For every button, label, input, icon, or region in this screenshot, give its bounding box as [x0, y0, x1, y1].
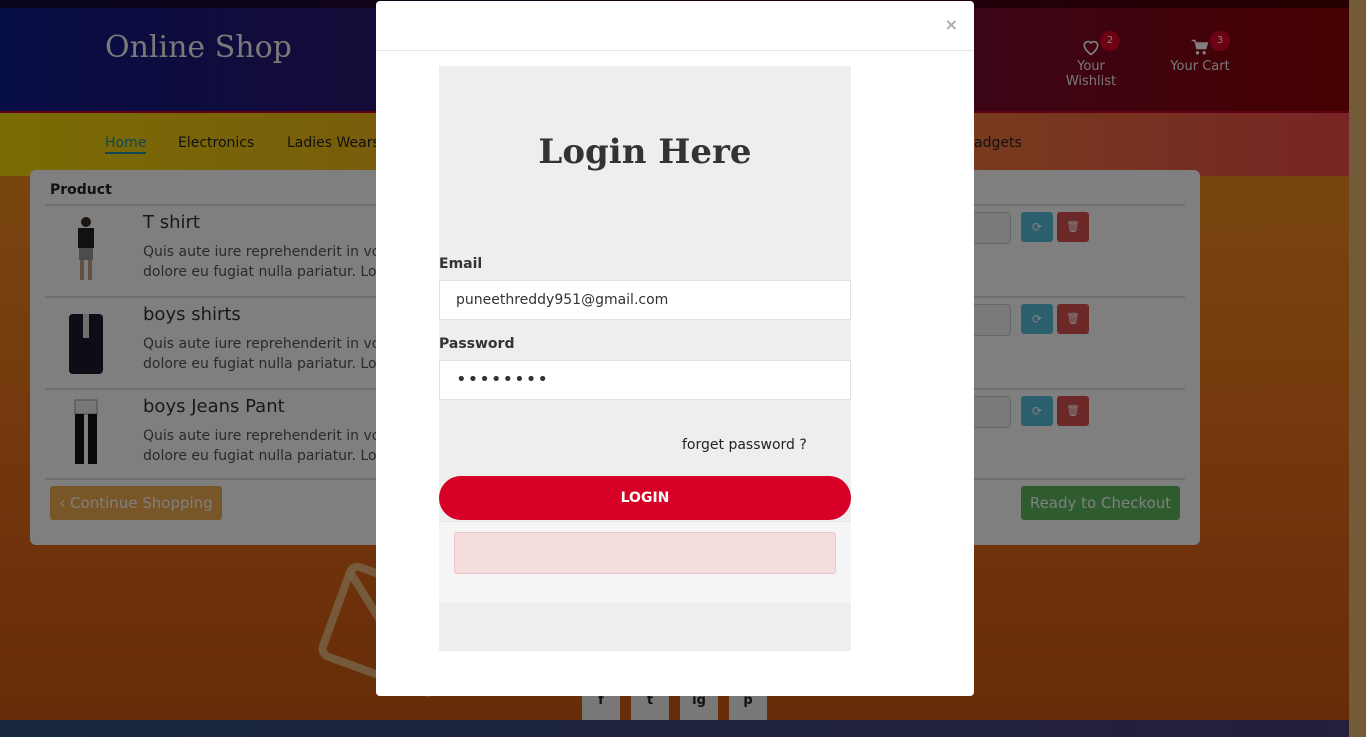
message-area	[439, 521, 851, 603]
password-field[interactable]: ••••••••	[439, 360, 851, 400]
modal-header: ×	[376, 1, 974, 51]
login-button[interactable]: LOGIN	[439, 476, 851, 520]
email-field[interactable]: puneethreddy951@gmail.com	[439, 280, 851, 320]
login-form: Login Here Email puneethreddy951@gmail.c…	[439, 66, 851, 651]
forget-password-link[interactable]: forget password ?	[682, 437, 807, 453]
close-icon[interactable]: ×	[945, 15, 958, 34]
password-label: Password	[439, 336, 515, 352]
login-title: Login Here	[538, 132, 752, 172]
email-label: Email	[439, 256, 483, 272]
error-alert	[454, 532, 836, 574]
login-modal: × Login Here Email puneethreddy951@gmail…	[376, 1, 974, 696]
